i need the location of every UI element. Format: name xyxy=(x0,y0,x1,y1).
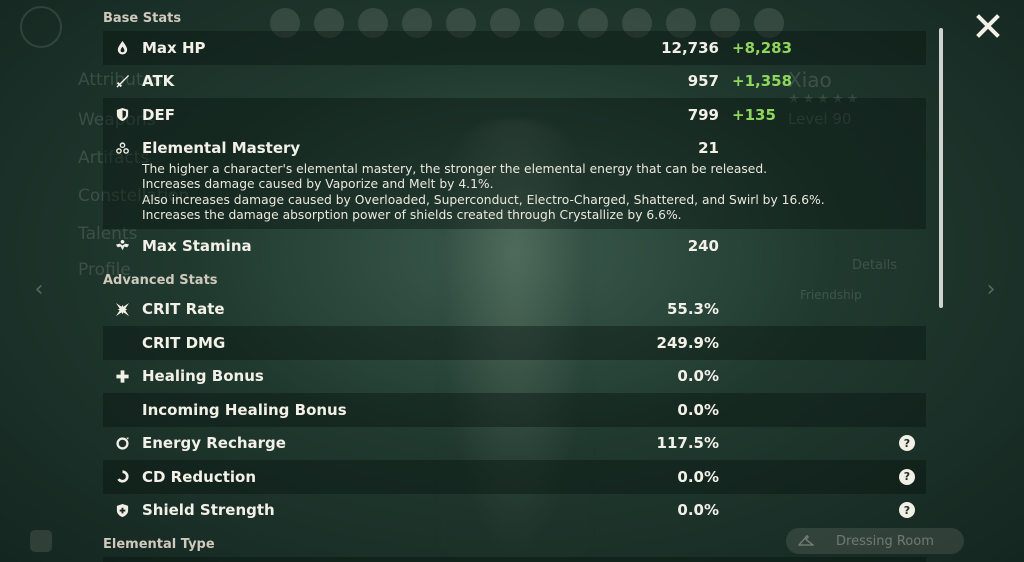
cd-reduction-icon xyxy=(113,468,131,486)
grid-icon xyxy=(30,530,52,552)
stat-row-max-stamina: Max Stamina 240 xyxy=(103,229,926,263)
help-icon[interactable]: ? xyxy=(899,502,915,519)
healing-cross-icon xyxy=(113,367,131,385)
next-character-arrow-icon[interactable]: › xyxy=(980,276,1002,304)
stats-panel: Base Stats Max HP 12,736 +8,283 ATK 957 … xyxy=(103,0,926,562)
stat-value: 0.0% xyxy=(677,367,719,386)
stat-row-incoming-healing-bonus: Incoming Healing Bonus 0.0% xyxy=(103,393,926,427)
stat-label: CRIT DMG xyxy=(142,333,226,352)
help-icon[interactable]: ? xyxy=(899,468,915,485)
close-button[interactable] xyxy=(974,12,1002,40)
stat-value: 117.5% xyxy=(656,434,719,453)
stat-value: 249.9% xyxy=(656,333,719,352)
hp-drop-icon xyxy=(113,39,131,57)
def-shield-icon xyxy=(113,106,131,124)
stat-label: ATK xyxy=(142,72,175,91)
stat-value: 799 xyxy=(687,105,719,124)
stat-row-elemental-mastery: Elemental Mastery 21 xyxy=(103,132,926,166)
stat-label: Max HP xyxy=(142,38,206,57)
stat-label: Healing Bonus xyxy=(142,367,264,386)
stat-label: DEF xyxy=(142,105,175,124)
stat-row-energy-recharge: Energy Recharge 117.5% ? xyxy=(103,427,926,461)
stat-row-cd-reduction: CD Reduction 0.0% ? xyxy=(103,460,926,494)
stat-value: 0.0% xyxy=(677,400,719,419)
stat-value: 55.3% xyxy=(666,300,719,319)
description-line: Increases the damage absorption power of… xyxy=(142,207,682,222)
shield-strength-icon xyxy=(113,501,131,519)
elemental-mastery-block: Elemental Mastery 21 The higher a charac… xyxy=(103,131,926,230)
stat-row-crit-dmg: CRIT DMG 249.9% xyxy=(103,326,926,360)
menu-emblem-icon xyxy=(20,6,62,48)
stat-row-crit-rate: CRIT Rate 55.3% xyxy=(103,293,926,327)
stat-row-max-hp: Max HP 12,736 +8,283 xyxy=(103,31,926,65)
scrollbar[interactable] xyxy=(939,28,943,308)
advanced-stats-title: Advanced Stats xyxy=(103,272,218,288)
elemental-mastery-description: The higher a character's elemental maste… xyxy=(103,162,926,223)
stat-label: Energy Recharge xyxy=(142,434,286,453)
previous-character-arrow-icon[interactable]: ‹ xyxy=(28,276,50,304)
stat-row-partial xyxy=(103,557,926,562)
stat-label: CD Reduction xyxy=(142,467,257,486)
stat-value: 21 xyxy=(698,139,719,158)
stat-label: Shield Strength xyxy=(142,501,275,520)
help-icon[interactable]: ? xyxy=(899,435,915,452)
stat-value: 12,736 xyxy=(661,38,719,57)
base-stats-title: Base Stats xyxy=(103,11,182,26)
stat-value: 240 xyxy=(687,236,719,255)
description-line: Also increases damage caused by Overload… xyxy=(142,192,825,207)
stamina-icon xyxy=(113,237,131,255)
stat-label: CRIT Rate xyxy=(142,300,225,319)
stat-label: Incoming Healing Bonus xyxy=(142,400,347,419)
stat-value: 0.0% xyxy=(677,501,719,520)
stat-row-def: DEF 799 +135 xyxy=(103,98,926,132)
close-icon xyxy=(976,14,1000,38)
stat-bonus: +8,283 xyxy=(732,38,793,57)
stat-bonus: +1,358 xyxy=(732,72,793,91)
stat-value: 957 xyxy=(687,72,719,91)
atk-sword-icon xyxy=(113,72,131,90)
stat-label: Max Stamina xyxy=(142,236,252,255)
elemental-mastery-icon xyxy=(113,139,131,157)
stat-row-atk: ATK 957 +1,358 xyxy=(103,65,926,99)
crit-rate-icon xyxy=(113,300,131,318)
stat-bonus: +135 xyxy=(732,105,776,124)
stat-row-healing-bonus: Healing Bonus 0.0% xyxy=(103,360,926,394)
stat-value: 0.0% xyxy=(677,467,719,486)
energy-recharge-icon xyxy=(113,434,131,452)
elemental-type-title: Elemental Type xyxy=(103,537,215,553)
stat-label: Elemental Mastery xyxy=(142,139,301,158)
description-line: Increases damage caused by Vaporize and … xyxy=(142,177,494,192)
stat-row-shield-strength: Shield Strength 0.0% ? xyxy=(103,494,926,528)
